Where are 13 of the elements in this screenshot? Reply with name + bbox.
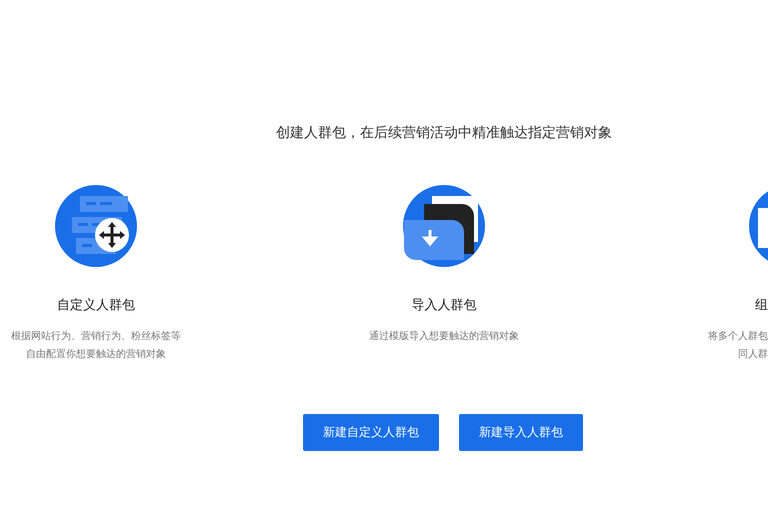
option-title: 导入人群包	[412, 297, 476, 314]
option-description: 通过模版导入想要触达的营销对象	[369, 330, 519, 344]
option-description: 同人群	[738, 348, 768, 362]
option-description: 自由配置你想要触达的营销对象	[26, 348, 166, 362]
create-button[interactable]: 新建自定义人群包	[303, 414, 439, 451]
option-title: 组	[755, 297, 768, 314]
option-description: 根据网站行为、营销行为、粉丝标签等	[11, 330, 181, 344]
page-headline: 创建人群包，在后续营销活动中精准触达指定营销对象	[275, 124, 613, 142]
download-document-icon	[402, 184, 486, 268]
option-description: 将多个人群包	[708, 330, 768, 344]
option-title: 自定义人群包	[57, 297, 135, 314]
form-plus-icon	[54, 184, 138, 268]
create-button[interactable]: 新建导入人群包	[459, 414, 583, 451]
